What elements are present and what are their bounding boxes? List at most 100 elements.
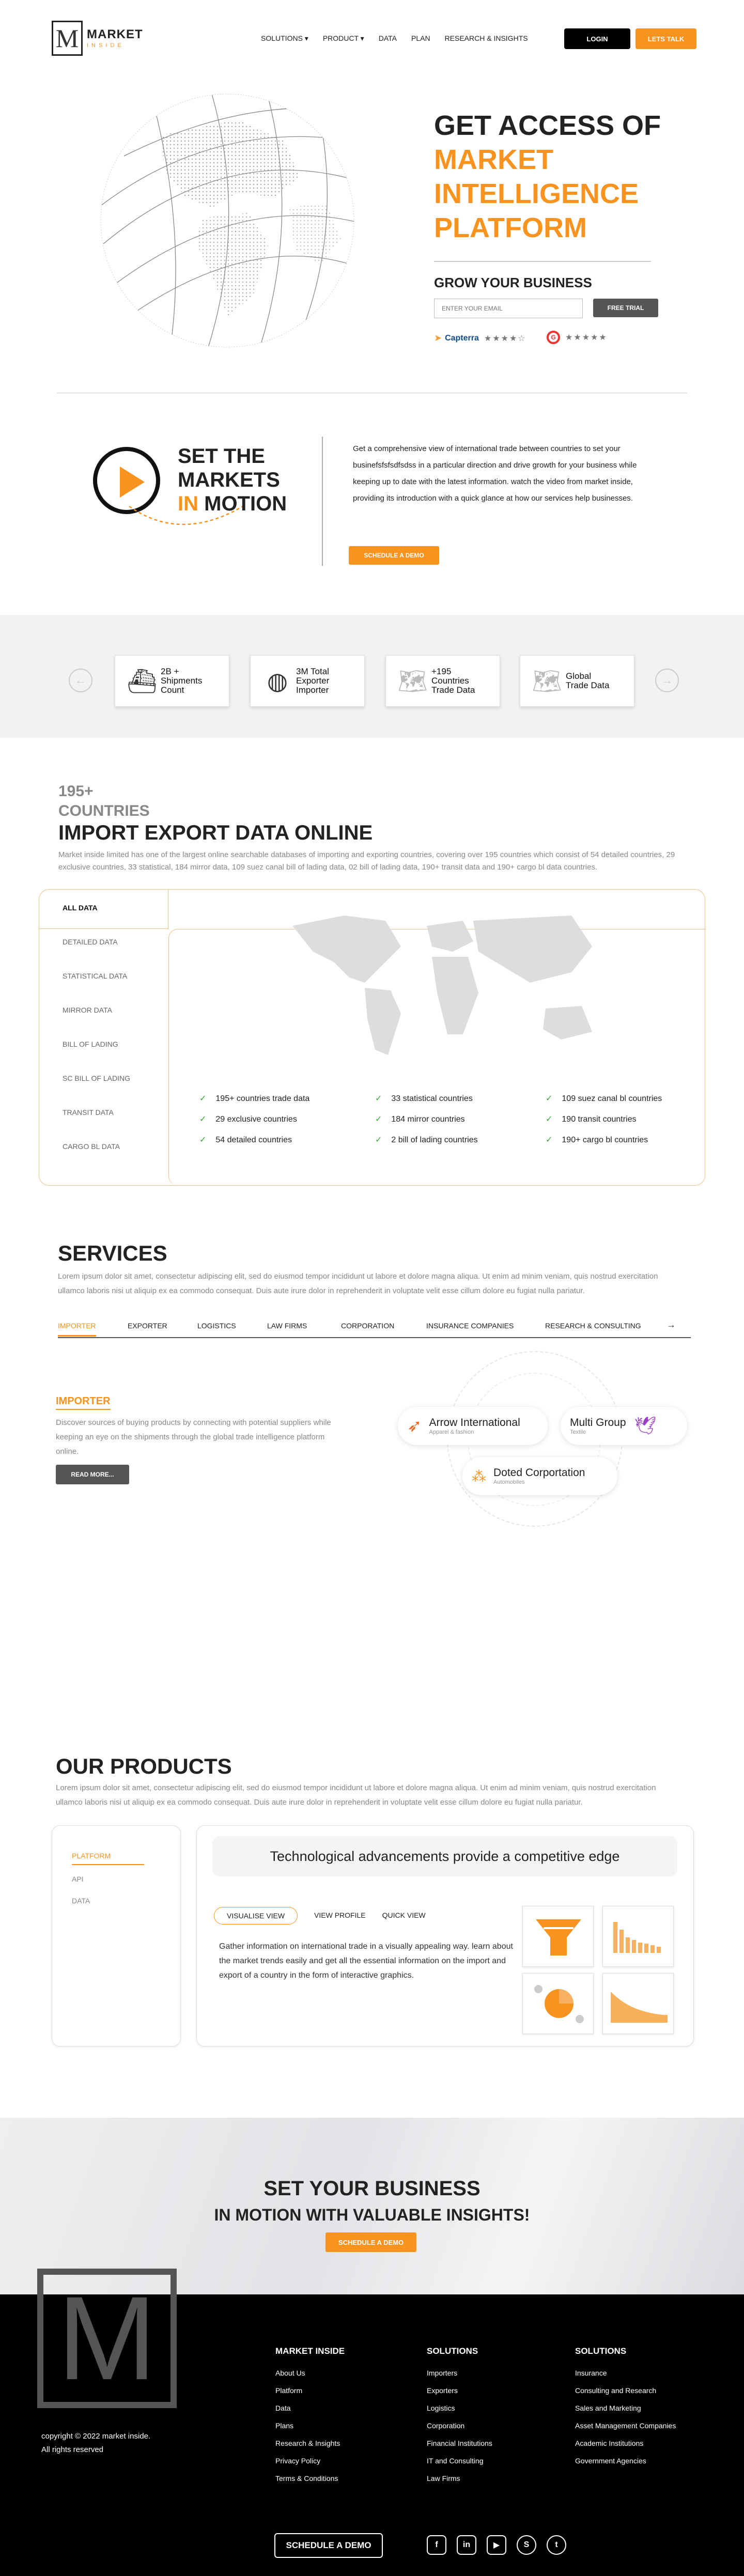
world-map-icon: 🗺: [532, 667, 563, 694]
nav-link-research[interactable]: RESEARCH & INSIGHTS: [445, 34, 528, 43]
footer-link[interactable]: Terms & Conditions: [275, 2474, 345, 2492]
stats-carousel: ← ⛴ 2B + Shipments Count ◍ 3M Total Exporte…: [0, 615, 744, 738]
g2-rating[interactable]: G ★★★★★: [547, 331, 608, 344]
tab-importer[interactable]: IMPORTER: [58, 1322, 96, 1337]
cta-banner: SET YOUR BUSINESS IN MOTION WITH VALUABL…: [0, 2118, 744, 2294]
footer-link[interactable]: About Us: [275, 2369, 345, 2386]
carousel-prev-icon[interactable]: ←: [69, 669, 92, 692]
footer-link[interactable]: Research & Insights: [275, 2439, 345, 2457]
stat-card-shipments[interactable]: ⛴ 2B + Shipments Count: [115, 655, 229, 707]
footer-link[interactable]: Plans: [275, 2422, 345, 2439]
motion-title: SET THE MARKETS IN MOTION: [178, 445, 287, 515]
capterra-rating[interactable]: ➤ Capterra ★★★★☆: [434, 333, 526, 344]
footer-link[interactable]: IT and Consulting: [427, 2457, 492, 2474]
tab-view-profile[interactable]: VIEW PROFILE: [314, 1907, 366, 1925]
tab-corporation[interactable]: CORPORATION: [341, 1322, 394, 1330]
nav-link-solutions[interactable]: SOLUTIONS ▾: [261, 34, 308, 43]
capterra-stars: ★★★★☆: [484, 334, 526, 343]
menu-platform[interactable]: PLATFORM: [72, 1852, 144, 1865]
schedule-demo-button[interactable]: SCHEDULE A DEMO: [349, 546, 439, 565]
cta-schedule-demo-button[interactable]: SCHEDULE A DEMO: [326, 2232, 416, 2252]
company-card-multi-group[interactable]: Multi Group Textile 🕊: [561, 1407, 687, 1445]
footer-link[interactable]: Logistics: [427, 2404, 492, 2422]
nav-link-product[interactable]: PRODUCT ▾: [323, 34, 364, 43]
pie-chart-thumbnail[interactable]: [522, 1973, 594, 2034]
tab-sc-bill-of-lading[interactable]: SC BILL OF LADING: [63, 1074, 130, 1108]
footer-link[interactable]: Asset Management Companies: [575, 2422, 676, 2439]
menu-api[interactable]: API: [72, 1875, 84, 1883]
skype-icon[interactable]: S: [517, 2535, 536, 2555]
tab-research-consulting[interactable]: RESEARCH & CONSULTING: [545, 1322, 641, 1330]
tab-mirror-data[interactable]: MIRROR DATA: [63, 1006, 130, 1040]
tab-law-firms[interactable]: LAW FIRMS: [267, 1322, 307, 1330]
tab-cargo-bl-data[interactable]: CARGO BL DATA: [63, 1142, 130, 1176]
capterra-name: Capterra: [445, 333, 479, 343]
stat-card-countries[interactable]: 🗺 +195 Countries Trade Data: [385, 655, 500, 707]
tab-insurance[interactable]: INSURANCE COMPANIES: [426, 1322, 514, 1330]
twitter-icon[interactable]: t: [547, 2535, 566, 2555]
nav-link-data[interactable]: DATA: [379, 34, 397, 43]
countries-count: 195+ COUNTRIES: [58, 783, 150, 819]
capterra-logo-icon: ➤: [434, 333, 442, 343]
footer-link[interactable]: Academic Institutions: [575, 2439, 676, 2457]
footer-schedule-demo-button[interactable]: SCHEDULE A DEMO: [274, 2533, 383, 2558]
tab-logistics[interactable]: LOGISTICS: [197, 1322, 236, 1330]
motion-description: Get a comprehensive view of internationa…: [353, 444, 637, 503]
bar-chart-thumbnail[interactable]: [602, 1906, 674, 1967]
linkedin-icon[interactable]: in: [457, 2535, 476, 2555]
footer-logo-mark: M: [37, 2269, 177, 2408]
footer-link[interactable]: Platform: [275, 2386, 345, 2404]
nav-link-plan[interactable]: PLAN: [411, 34, 430, 43]
company-card-arrow[interactable]: ➶ Arrow International Apparel & fashion: [398, 1407, 548, 1445]
free-trial-button[interactable]: FREE TRIAL: [593, 299, 658, 317]
funnel-chart-thumbnail[interactable]: [522, 1906, 594, 1967]
lets-talk-button[interactable]: LETS TALK: [636, 28, 696, 49]
read-more-button[interactable]: READ MORE...: [56, 1465, 129, 1484]
hero-title-orange-1: MARKET: [434, 144, 553, 175]
service-description: Discover sources of buying products by c…: [56, 1418, 331, 1456]
footer-link[interactable]: Insurance: [575, 2369, 676, 2386]
footer-link[interactable]: Sales and Marketing: [575, 2404, 676, 2422]
services-section: SERVICES Lorem ipsum dolor sit amet, con…: [0, 1237, 744, 1759]
footer-link[interactable]: Privacy Policy: [275, 2457, 345, 2474]
footer-link[interactable]: Data: [275, 2404, 345, 2422]
tab-all-data[interactable]: ALL DATA: [63, 904, 130, 938]
tab-detailed-data[interactable]: DETAILED DATA: [63, 938, 130, 972]
stat-card-global[interactable]: 🗺 Global Trade Data: [520, 655, 634, 707]
tab-transit-data[interactable]: TRANSIT DATA: [63, 1108, 130, 1142]
world-map-image: [292, 915, 592, 1055]
tab-quick-view[interactable]: QUICK VIEW: [382, 1907, 426, 1925]
cta-title: SET YOUR BUSINESS: [264, 2177, 481, 2200]
hero-title: GET ACCESS OF MARKET INTELLIGENCE PLATFO…: [434, 108, 661, 245]
check-item: 54 detailed countries: [199, 1135, 375, 1145]
tab-exporter[interactable]: EXPORTER: [128, 1322, 167, 1330]
tab-visualise-view[interactable]: VISUALISE VIEW: [214, 1907, 298, 1925]
email-input[interactable]: [434, 299, 583, 318]
footer-link[interactable]: Law Firms: [427, 2474, 492, 2492]
footer-column-solutions-2: SOLUTIONS Insurance Consulting and Resea…: [575, 2346, 676, 2474]
login-button[interactable]: LOGIN: [564, 28, 630, 49]
youtube-icon[interactable]: ▶: [487, 2535, 506, 2555]
tabs-next-arrow-icon[interactable]: →: [667, 1320, 676, 1330]
imex-title: IMPORT EXPORT DATA ONLINE: [58, 821, 373, 844]
tab-statistical-data[interactable]: STATISTICAL DATA: [63, 972, 130, 1006]
footer-column-solutions: SOLUTIONS Importers Exporters Logistics …: [427, 2346, 492, 2492]
carousel-next-icon[interactable]: →: [655, 669, 679, 692]
footer-link[interactable]: Financial Institutions: [427, 2439, 492, 2457]
tab-bill-of-lading[interactable]: BILL OF LADING: [63, 1040, 130, 1074]
footer-link[interactable]: Government Agencies: [575, 2457, 676, 2474]
company-card-doted[interactable]: ⁂ Doted Corportation Automobiles: [462, 1457, 617, 1495]
check-item: 109 suez canal bl countries: [546, 1093, 701, 1104]
footer-link[interactable]: Importers: [427, 2369, 492, 2386]
hero-title-black: GET ACCESS OF: [434, 110, 661, 141]
footer: M copyright © 2022 market inside. All ri…: [0, 2269, 744, 2576]
footer-link[interactable]: Consulting and Research: [575, 2386, 676, 2404]
area-chart-thumbnail[interactable]: [602, 1973, 674, 2034]
stat-card-importers[interactable]: ◍ 3M Total Exporter Importer: [250, 655, 365, 707]
facebook-icon[interactable]: f: [427, 2535, 446, 2555]
footer-link[interactable]: Corporation: [427, 2422, 492, 2439]
logo[interactable]: M MARKET INSIDE: [52, 21, 143, 56]
menu-data[interactable]: DATA: [72, 1897, 90, 1905]
copyright: copyright © 2022 market inside. All righ…: [41, 2432, 151, 2454]
footer-link[interactable]: Exporters: [427, 2386, 492, 2404]
